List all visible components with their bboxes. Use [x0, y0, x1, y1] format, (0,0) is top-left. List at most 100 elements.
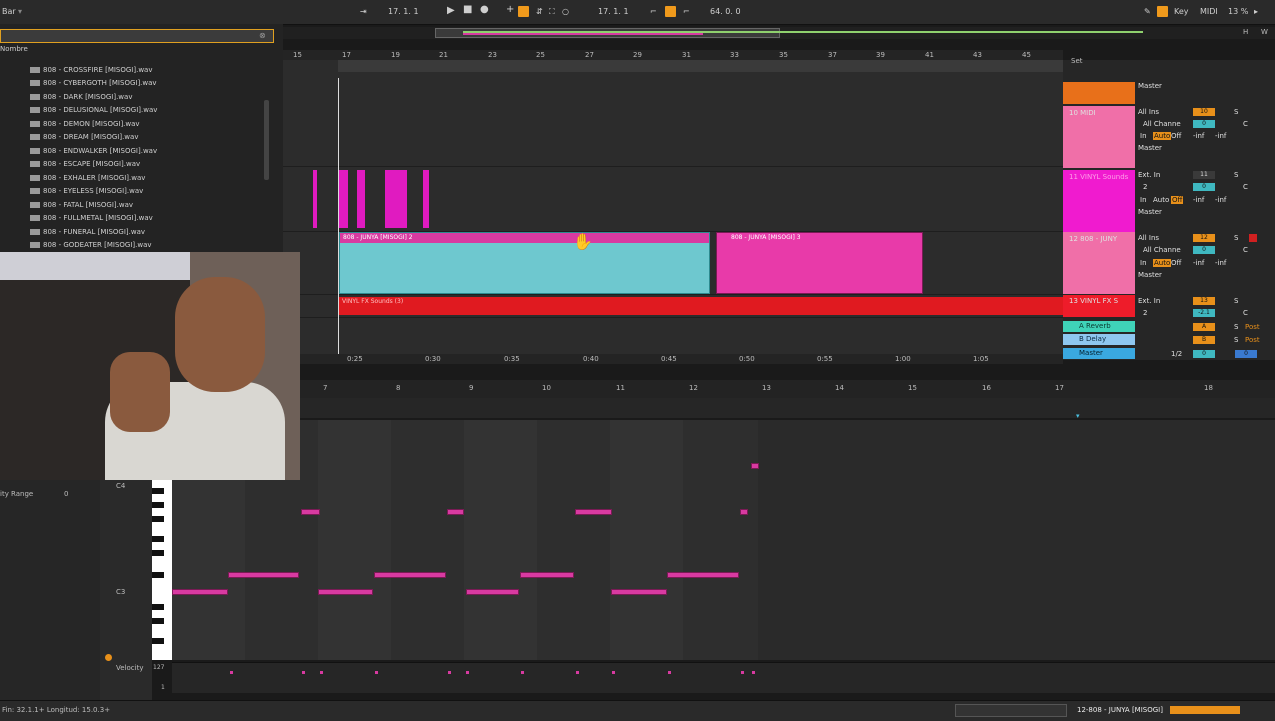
monitor-off[interactable]: Off: [1171, 132, 1181, 140]
search-clear-icon[interactable]: ⊗: [259, 31, 266, 40]
midi-note[interactable]: [740, 509, 748, 515]
browser-search[interactable]: ⊗: [0, 29, 274, 43]
punch-in-icon[interactable]: ⌐: [650, 7, 657, 16]
velocity-marker[interactable]: [576, 671, 579, 674]
menu-dropdown-icon[interactable]: ▾: [18, 7, 22, 16]
overdub-icon[interactable]: +: [506, 4, 514, 15]
midi-note[interactable]: [172, 589, 228, 595]
piano-keyboard[interactable]: [152, 480, 172, 660]
list-item[interactable]: 808 - CROSSFIRE [MISOGI].wav: [30, 66, 152, 74]
key-map-label[interactable]: Key: [1174, 7, 1189, 16]
midi-note[interactable]: [228, 572, 299, 578]
loop-length-display[interactable]: 64. 0. 0: [710, 7, 741, 16]
monitor-auto[interactable]: Auto: [1153, 132, 1172, 140]
clip-vinyl-fx[interactable]: VINYL FX Sounds (3): [339, 297, 1063, 315]
list-item[interactable]: 808 - FUNERAL [MISOGI].wav: [30, 228, 145, 236]
output-select[interactable]: Master: [1138, 208, 1162, 216]
monitor-off[interactable]: Off: [1171, 259, 1181, 267]
piano-roll[interactable]: [172, 420, 1275, 660]
black-key[interactable]: [152, 502, 164, 508]
list-item[interactable]: 808 - DEMON [MISOGI].wav: [30, 120, 140, 128]
clip-slice[interactable]: [313, 170, 317, 228]
clip-slice[interactable]: [423, 170, 429, 228]
black-key[interactable]: [152, 536, 164, 542]
solo-button[interactable]: S: [1234, 323, 1238, 331]
velocity-lane[interactable]: [172, 662, 1275, 693]
channel-select[interactable]: 2: [1143, 183, 1147, 191]
channel-select[interactable]: 2: [1143, 309, 1147, 317]
pan-center[interactable]: C: [1243, 246, 1248, 254]
loop-bar[interactable]: ▾: [300, 398, 1275, 420]
midi-note[interactable]: [751, 463, 759, 469]
post-toggle[interactable]: Post: [1245, 323, 1260, 331]
return-track-a[interactable]: A Reverb: [1063, 321, 1135, 332]
list-item[interactable]: 808 - FATAL [MISOGI].wav: [30, 201, 133, 209]
black-key[interactable]: [152, 488, 164, 494]
velocity-marker[interactable]: [668, 671, 671, 674]
h-button[interactable]: H: [1243, 28, 1248, 36]
midi-note[interactable]: [301, 509, 320, 515]
volume-field[interactable]: 0: [1193, 120, 1215, 128]
track-number[interactable]: 10: [1193, 108, 1215, 116]
set-label[interactable]: Set: [1071, 57, 1083, 65]
volume-field[interactable]: -2.1: [1193, 309, 1215, 317]
arrangement-ruler[interactable]: 15 17 19 21 23 25 27 29 31 33 35 37 39 4…: [283, 50, 1063, 60]
pan-center[interactable]: C: [1243, 309, 1248, 317]
track-number[interactable]: 12: [1193, 234, 1215, 242]
track-number[interactable]: 11: [1193, 171, 1215, 179]
return-b-field[interactable]: B: [1193, 336, 1215, 344]
record-icon[interactable]: ●: [480, 4, 489, 15]
clip-slice[interactable]: [385, 170, 407, 228]
solo-button[interactable]: S: [1234, 234, 1238, 242]
session-record-icon[interactable]: ⛶: [549, 7, 555, 17]
midi-map-label[interactable]: MIDI: [1200, 7, 1218, 16]
velocity-marker[interactable]: [752, 671, 755, 674]
browser-column-header[interactable]: Nombre: [0, 45, 28, 53]
midi-note[interactable]: [667, 572, 739, 578]
marker-icon[interactable]: ▾: [1076, 412, 1080, 420]
automation-arm-icon[interactable]: [518, 6, 529, 17]
black-key[interactable]: [152, 604, 164, 610]
metronome-icon[interactable]: ○: [562, 7, 569, 16]
list-item[interactable]: 808 - DARK [MISOGI].wav: [30, 93, 132, 101]
track-header-vinyl-fx[interactable]: 13 VINYL FX S: [1063, 295, 1135, 317]
list-item[interactable]: 808 - FULLMETAL [MISOGI].wav: [30, 214, 153, 222]
time-ruler[interactable]: 0:25 0:30 0:35 0:40 0:45 0:50 0:55 1:00 …: [283, 354, 1063, 364]
midi-note[interactable]: [466, 589, 519, 595]
track-header-vinyl-sounds[interactable]: 11 VINYL Sounds: [1063, 170, 1135, 232]
velocity-marker[interactable]: [230, 671, 233, 674]
loop-start-display[interactable]: 17. 1. 1: [598, 7, 629, 16]
track-header-808[interactable]: 12 808 - JUNY: [1063, 232, 1135, 294]
loop-brace[interactable]: [338, 60, 1063, 72]
clip-808-junya-2[interactable]: 808 - JUNYA [MISOGI] 2: [339, 232, 710, 294]
loop-toggle-icon[interactable]: [665, 6, 676, 17]
monitor-auto[interactable]: Auto: [1153, 259, 1172, 267]
clip-slice[interactable]: [338, 170, 348, 228]
input-select[interactable]: Ext. In: [1138, 171, 1160, 179]
clip-slice[interactable]: [357, 170, 365, 228]
play-icon[interactable]: ▶: [447, 5, 455, 16]
solo-button[interactable]: S: [1234, 108, 1238, 116]
velocity-marker[interactable]: [302, 671, 305, 674]
capture-icon[interactable]: ⇵: [536, 7, 543, 16]
velocity-marker[interactable]: [521, 671, 524, 674]
w-button[interactable]: W: [1261, 28, 1268, 36]
list-item[interactable]: 808 - EYELESS [MISOGI].wav: [30, 187, 143, 195]
midi-note[interactable]: [374, 572, 446, 578]
cpu-dropdown-icon[interactable]: ▸: [1254, 7, 1258, 16]
punch-out-icon[interactable]: ⌐: [683, 7, 690, 16]
menu-label[interactable]: Bar: [2, 7, 16, 16]
monitor-off[interactable]: Off: [1171, 196, 1184, 204]
list-item[interactable]: 808 - DREAM [MISOGI].wav: [30, 133, 138, 141]
overview-strip[interactable]: H W: [283, 27, 1275, 39]
return-track-b[interactable]: B Delay: [1063, 334, 1135, 345]
track-lane-vinyl-fx[interactable]: VINYL FX Sounds (3): [283, 295, 1063, 318]
return-a-field[interactable]: A: [1193, 323, 1215, 331]
velocity-marker[interactable]: [375, 671, 378, 674]
master-pan[interactable]: 0: [1235, 350, 1257, 358]
list-item[interactable]: 808 - ESCAPE [MISOGI].wav: [30, 160, 140, 168]
velocity-marker[interactable]: [448, 671, 451, 674]
midi-note[interactable]: [318, 589, 373, 595]
track-lane-vinyl-sounds[interactable]: [283, 167, 1063, 232]
stop-icon[interactable]: ■: [463, 4, 472, 15]
